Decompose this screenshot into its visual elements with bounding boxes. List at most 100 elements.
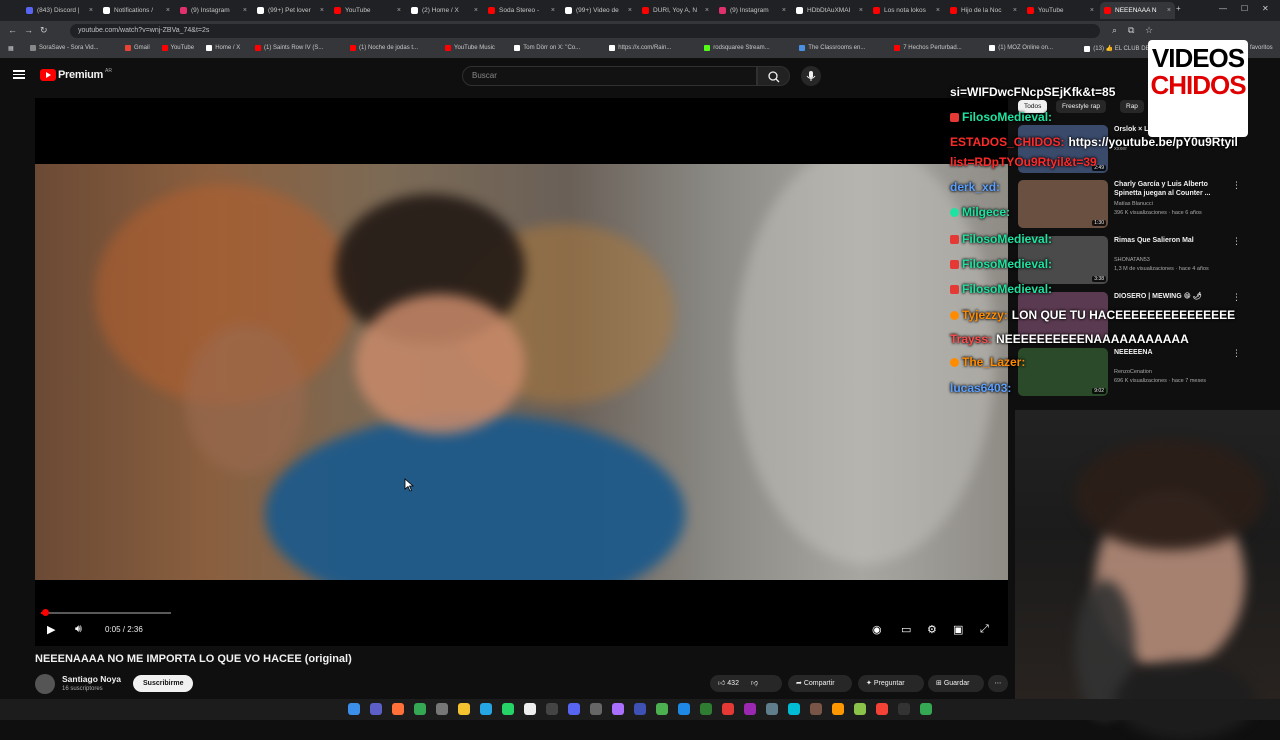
app-icon[interactable] — [722, 703, 734, 715]
tab-close-icon[interactable]: × — [936, 7, 940, 14]
zoom-icon[interactable]: ⌕ — [1112, 25, 1117, 36]
menu-icon[interactable] — [13, 68, 25, 80]
search-button[interactable] — [757, 66, 790, 86]
recommendation-item[interactable]: 1:30 Charly García y Luis Alberto Spinett… — [1018, 180, 1268, 230]
app-icon[interactable] — [766, 703, 778, 715]
bookmark-item[interactable]: https://x.com/Rain... — [609, 45, 671, 51]
voice-search-button[interactable] — [801, 66, 821, 86]
tab-close-icon[interactable]: × — [1013, 7, 1017, 14]
like-button[interactable]: 👍︎ 432 — [718, 680, 741, 687]
app-icon[interactable] — [678, 703, 690, 715]
bookmark-item[interactable]: Home / X — [206, 45, 240, 51]
recommendation-thumbnail[interactable]: 1:30 — [1018, 180, 1108, 228]
miniplayer-icon[interactable]: ▣ — [953, 623, 963, 636]
channel-name[interactable]: Santiago Noya — [62, 674, 121, 684]
maximize-button[interactable]: ☐ — [1241, 4, 1248, 13]
copilot-icon[interactable] — [370, 703, 382, 715]
tab-close-icon[interactable]: × — [89, 7, 93, 14]
recommendation-channel[interactable]: RenzoCenation — [1114, 369, 1152, 375]
more-options-icon[interactable]: ⋮ — [1232, 236, 1241, 247]
extensions-icon[interactable]: ⧉ — [1128, 25, 1134, 36]
file-explorer-icon[interactable] — [458, 703, 470, 715]
bookmark-item[interactable]: 7 Hechos Perturbad... — [894, 45, 962, 51]
progress-scrubber[interactable] — [42, 609, 49, 616]
recommendation-channel[interactable]: SHONATAN53 — [1114, 257, 1150, 263]
chrome-icon[interactable] — [920, 703, 932, 715]
play-button[interactable]: ▶ — [47, 623, 55, 636]
tab-close-icon[interactable]: × — [1090, 7, 1094, 14]
channel-avatar[interactable] — [35, 674, 55, 694]
tab-close-icon[interactable]: × — [320, 7, 324, 14]
app-icon[interactable] — [744, 703, 756, 715]
bookmark-item[interactable]: (13) 👍 EL CLUB DE... — [1084, 45, 1155, 52]
youtube-logo[interactable]: Premium AR — [40, 68, 112, 81]
browser-tab[interactable]: DURI, Yoy A, N × — [638, 2, 713, 19]
recommendation-item[interactable]: 3:38 Rimas Que Salieron Mal SHONATAN53 1,3 … — [1018, 236, 1268, 286]
chrome-alt-icon[interactable] — [436, 703, 448, 715]
new-tab-button[interactable]: + — [1176, 4, 1181, 13]
bookmark-item[interactable]: (1) MOZ Online on... — [989, 45, 1053, 51]
chrome-icon[interactable] — [414, 703, 426, 715]
video-frame[interactable] — [35, 164, 1008, 580]
app-icon[interactable] — [788, 703, 800, 715]
tab-close-icon[interactable]: × — [243, 7, 247, 14]
browser-tab[interactable]: YouTube × — [330, 2, 405, 19]
browser-tab[interactable]: Hijo de la Noc × — [946, 2, 1021, 19]
telegram-icon[interactable] — [480, 703, 492, 715]
bookmark-item[interactable]: YouTube Music — [445, 45, 495, 51]
app-icon[interactable] — [854, 703, 866, 715]
bookmark-item[interactable]: Gmail — [125, 45, 150, 51]
close-window-button[interactable]: ✕ — [1262, 4, 1269, 13]
recommendation-title[interactable]: Charly García y Luis Alberto Spinetta ju… — [1114, 180, 1234, 198]
fullscreen-icon[interactable]: ⤢ — [980, 623, 989, 636]
volume-icon[interactable]: 🔊︎ — [75, 623, 82, 636]
bookmark-item[interactable]: SoraSave - Sora Vid... — [30, 45, 99, 51]
tab-close-icon[interactable]: × — [166, 7, 170, 14]
browser-tab[interactable]: (99+) Pet lover × — [253, 2, 328, 19]
browser-tab[interactable]: (843) Discord | × — [22, 2, 97, 19]
filter-chip[interactable]: Freestyle rap — [1056, 100, 1106, 113]
bookmark-item[interactable]: rodsquaree Stream... — [704, 45, 770, 51]
tab-close-icon[interactable]: × — [782, 7, 786, 14]
browser-tab[interactable]: Los nota lokos × — [869, 2, 944, 19]
app-icon[interactable] — [810, 703, 822, 715]
browser-tab[interactable]: (9) Instagram × — [176, 2, 251, 19]
subscribe-button[interactable]: Suscribirme — [133, 675, 194, 692]
recommendation-channel[interactable]: Matías Blanucci — [1114, 201, 1153, 207]
tab-close-icon[interactable]: × — [551, 7, 555, 14]
start-icon[interactable] — [348, 703, 360, 715]
settings-icon[interactable]: ⚙ — [927, 623, 937, 636]
more-options-icon[interactable]: ⋮ — [1232, 292, 1241, 303]
reload-icon[interactable]: ↻ — [40, 25, 48, 36]
apps-icon[interactable]: ▦ — [8, 45, 14, 52]
whatsapp-icon[interactable] — [502, 703, 514, 715]
browser-tab[interactable]: HDbDtAuXMAI × — [792, 2, 867, 19]
firefox-icon[interactable] — [392, 703, 404, 715]
browser-tab[interactable]: (2) Home / X × — [407, 2, 482, 19]
dislike-button[interactable]: 👎︎ — [751, 680, 758, 687]
progress-track[interactable] — [41, 612, 171, 614]
bookmark-item[interactable]: (1) Saints Row IV (S... — [255, 45, 323, 51]
search-input[interactable]: Buscar — [462, 66, 757, 86]
tab-close-icon[interactable]: × — [628, 7, 632, 14]
app-icon[interactable] — [546, 703, 558, 715]
tab-close-icon[interactable]: × — [474, 7, 478, 14]
autoplay-toggle[interactable]: ◉ — [872, 623, 882, 636]
filter-chip[interactable]: Rap — [1120, 100, 1144, 113]
bookmark-star-icon[interactable]: ☆ — [1145, 25, 1153, 36]
minimize-button[interactable]: — — [1219, 4, 1227, 13]
recommendation-item[interactable]: 9:02 NEEEEENA RenzoCenation 696 K visualiza… — [1018, 348, 1268, 398]
tab-close-icon[interactable]: × — [397, 7, 401, 14]
ask-button[interactable]: ✦ Preguntar — [858, 675, 924, 692]
discord-icon[interactable] — [568, 703, 580, 715]
app-icon[interactable] — [876, 703, 888, 715]
recommendation-title[interactable]: DIOSERO | MEWING 😁 🌶 — [1114, 292, 1234, 301]
subtitles-icon[interactable]: ▭ — [901, 623, 911, 636]
app-icon[interactable] — [612, 703, 624, 715]
app-icon[interactable] — [524, 703, 536, 715]
back-icon[interactable]: ← — [8, 25, 17, 35]
tab-close-icon[interactable]: × — [705, 7, 709, 14]
forward-icon[interactable]: → — [24, 25, 33, 35]
app-icon[interactable] — [634, 703, 646, 715]
url-field[interactable]: youtube.com/watch?v=wnj-ZBVa_74&t=2s — [70, 24, 1100, 38]
